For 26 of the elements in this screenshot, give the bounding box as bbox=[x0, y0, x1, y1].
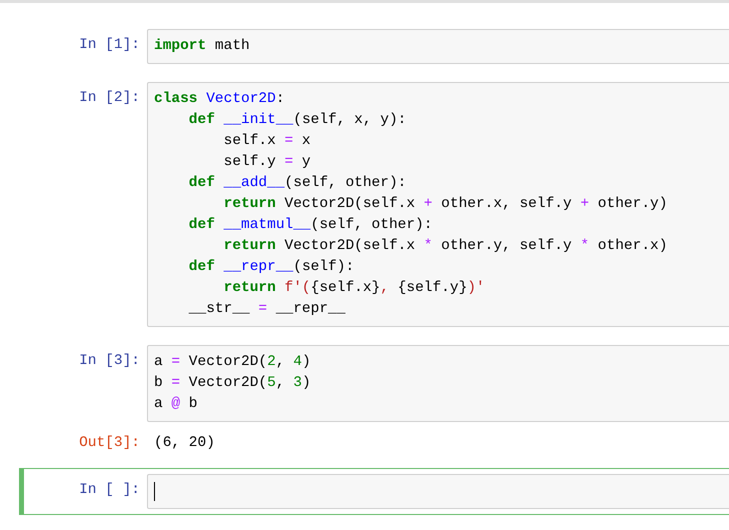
code-line: __str__ = __repr__ bbox=[188, 300, 346, 319]
code-line: import math bbox=[154, 37, 250, 56]
code-line: def __repr__(self): bbox=[188, 258, 354, 277]
code-line: a @ b bbox=[154, 395, 198, 414]
code-line: b = Vector2D(5, 3) bbox=[154, 374, 311, 393]
code-line: def __add__(self, other): bbox=[188, 174, 406, 193]
code-editor[interactable] bbox=[147, 82, 729, 327]
code-editor[interactable]: import math bbox=[147, 29, 729, 64]
input-prompt: In [1]: bbox=[79, 37, 140, 53]
text-cursor bbox=[154, 482, 155, 501]
code-line: return f'({self.x}, {self.y})' bbox=[222, 279, 485, 298]
code-line: return Vector2D(self.x * other.y, self.y * other.x) bbox=[222, 237, 668, 256]
code-editor[interactable]: a = Vector2D(2, 4) b = Vector2D(5, 3) a @ b bbox=[147, 345, 729, 422]
code-line: self.y = y bbox=[222, 153, 311, 172]
notebook-cell[interactable]: In [ ]: bbox=[19, 468, 729, 515]
code-line: a = Vector2D(2, 4) bbox=[154, 353, 311, 372]
code-line: class Vector2D: bbox=[154, 90, 285, 109]
code-line: return Vector2D(self.x + other.x, self.y + other.y) bbox=[222, 195, 668, 214]
code-line: self.x = x bbox=[222, 132, 311, 151]
code-line: def __matmul__(self, other): bbox=[188, 216, 432, 235]
input-prompt: In [3]: bbox=[79, 353, 140, 369]
output-prompt: Out[3]: bbox=[79, 435, 140, 451]
input-prompt: In [ ]: bbox=[79, 482, 140, 498]
output-text: (6, 20) bbox=[153, 434, 215, 453]
input-prompt: In [2]: bbox=[79, 90, 140, 106]
code-line: def __init__(self, x, y): bbox=[188, 111, 406, 130]
